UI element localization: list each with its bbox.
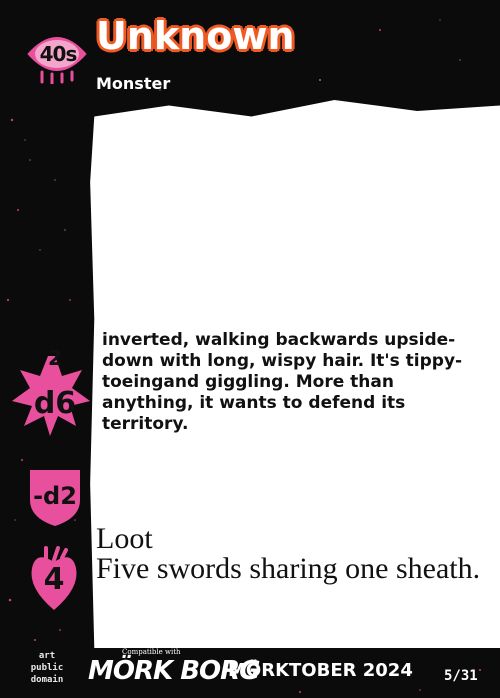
card-title: Unknown — [95, 13, 295, 59]
armor-value: -d2 — [33, 482, 77, 510]
credit-line: art — [38, 651, 56, 661]
morale-value: 2 — [48, 346, 62, 370]
page-number: 5/31 — [444, 668, 478, 684]
loot-title: Loot — [96, 522, 153, 555]
morale-die: d6 — [33, 386, 77, 421]
attack-value: 4 — [43, 562, 65, 597]
loot-text: Five swords sharing one sheath. — [96, 552, 481, 585]
art-credit: art public domain — [22, 650, 72, 686]
loot-section: Loot Five swords sharing one sheath. — [96, 524, 486, 584]
monster-card: 40s Unknown Monster inverted, walking ba… — [0, 0, 500, 698]
credit-line: public — [30, 663, 64, 673]
event-title: MÖRKTOBER 2024 — [228, 660, 413, 681]
hp-value: 40s — [39, 42, 78, 66]
card-type: Monster — [96, 74, 171, 93]
card-description: inverted, walking backwards upside-down … — [102, 330, 463, 434]
compatible-text: Compatible with — [122, 648, 181, 656]
credit-line: domain — [30, 675, 64, 685]
